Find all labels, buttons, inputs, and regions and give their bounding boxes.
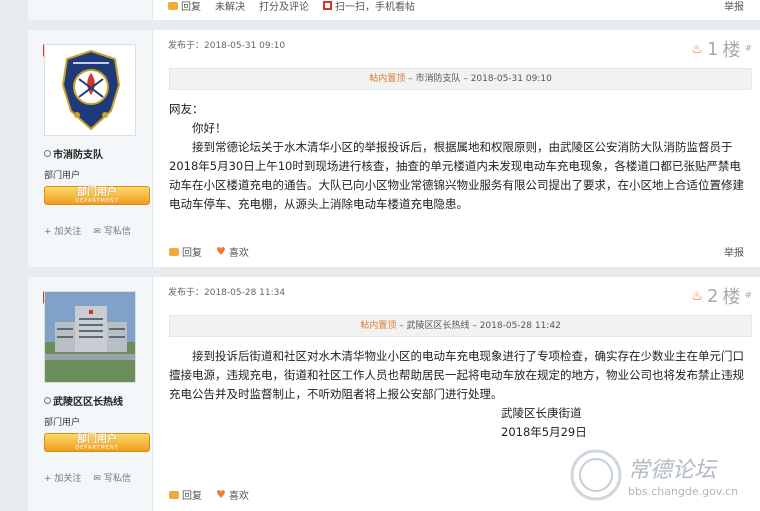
signature-date: 2018年5月29日 [501,425,587,439]
fire-brigade-emblem-icon [45,45,135,135]
department-badge: 部门用户 DEPARTMENT [44,433,150,452]
previous-post-actions: 回复 未解决 打分及评论 扫一扫，手机看帖 [168,0,415,13]
post-time: 发布于：2018-05-28 11:34 [168,288,286,298]
user-actions: + 加关注 ✉ 写私信 [44,224,131,237]
paragraph: 接到常德论坛关于水木清华小区的举报投诉后，根据属地和权限原则，由武陵区公安消防大… [169,140,744,211]
paragraph: 接到投诉后街道和社区对水木清华物业小区的电动车充电现象进行了专项检查，确实存在少… [169,349,744,401]
reply-button[interactable]: 回复 [169,487,202,502]
reply-link[interactable]: 回复 [168,0,201,13]
username[interactable]: 市消防支队 [44,146,103,161]
floor-number[interactable]: ♨ 1 楼 # [691,36,752,62]
previous-post-footer: 回复 未解决 打分及评论 扫一扫，手机看帖 举报 [28,0,760,20]
fire-icon: ♨ [691,41,703,57]
page: 回复 未解决 打分及评论 扫一扫，手机看帖 举报 V 市消防支队 [0,0,760,511]
reply-icon [168,1,178,10]
user-actions: + 加关注 ✉ 写私信 [44,471,131,484]
reply-button[interactable]: 回复 [169,244,202,259]
department-badge: 部门用户 DEPARTMENT [44,186,150,205]
username[interactable]: 武陵区区长热线 [44,393,123,408]
post-actions: 回复 ♥ 喜欢 [169,487,249,502]
pin-author[interactable]: 武陵区区长热线 [406,321,469,331]
avatar[interactable] [44,291,136,383]
post-body: 网友： 你好！ 接到常德论坛关于水木清华小区的举报投诉后，根据属地和权限原则，由… [169,100,752,214]
svg-text:bbs.changde.gov.cn: bbs.changde.gov.cn [628,485,738,498]
post-divider [0,267,760,277]
changde-forum-watermark-logo: 常德论坛 bbs.changde.gov.cn [570,449,738,501]
signature-org: 武陵区长庚街道 [501,406,582,420]
user-group: 部门用户 [44,171,81,181]
follow-link[interactable]: + 加关注 [44,224,81,237]
user-icon [44,150,51,157]
user-sidebar: V 市消防支队 部门用户 部门用户 DEPARTMENT + 加关注 [28,30,153,267]
pin-author[interactable]: 市消防支队 [415,74,460,84]
user-sidebar: V 武陵区区长热线 部门用户 部门用户 DEPARTMENT [28,277,153,511]
scan-link[interactable]: 扫一扫，手机看帖 [323,0,415,13]
post-actions: 回复 ♥ 喜欢 [169,244,249,259]
reply-icon [169,490,179,499]
like-button[interactable]: ♥ 喜欢 [216,487,249,503]
heart-icon: ♥ [216,244,226,258]
post-floor-1: V 市消防支队 部门用户 部门用户 DEPARTMENT + 加关注 [28,30,760,267]
qr-code-icon [323,1,332,10]
follow-link[interactable]: + 加关注 [44,471,81,484]
report-button[interactable]: 举报 [724,244,744,259]
post-body: 接到投诉后街道和社区对水木清华物业小区的电动车充电现象进行了专项检查，确实存在少… [169,347,752,442]
pin-time: 2018-05-28 11:42 [479,321,561,331]
heart-icon: ♥ [216,487,226,501]
pinned-bar: 帖内置顶 – 市消防支队 – 2018-05-31 09:10 [169,68,752,90]
pinned-bar: 帖内置顶 – 武陵区区长热线 – 2018-05-28 11:42 [169,315,752,337]
salutation: 你好！ [192,121,227,135]
government-building-photo-icon [45,292,135,382]
report-link[interactable]: 举报 [724,0,744,13]
user-icon [44,397,51,404]
pin-time: 2018-05-31 09:10 [470,74,552,84]
previous-post-sidebar [28,0,153,20]
reply-icon [169,247,179,256]
post-time: 发布于：2018-05-31 09:10 [168,41,286,51]
post-divider [0,20,760,30]
message-link[interactable]: ✉ 写私信 [93,471,130,484]
floor-number[interactable]: ♨ 2 楼 # [691,283,752,309]
message-link[interactable]: ✉ 写私信 [93,224,130,237]
rate-link[interactable]: 打分及评论 [259,0,309,13]
svg-text:常德论坛: 常德论坛 [628,458,718,483]
user-group: 部门用户 [44,418,81,428]
post-content: 发布于：2018-05-31 09:10 ♨ 1 楼 # 帖内置顶 – 市消防支队 … [153,30,760,267]
fire-icon: ♨ [691,288,703,304]
unsolved-label[interactable]: 未解决 [215,0,245,13]
like-button[interactable]: ♥ 喜欢 [216,244,249,260]
avatar[interactable] [44,44,136,136]
greeting: 网友： [169,102,204,116]
